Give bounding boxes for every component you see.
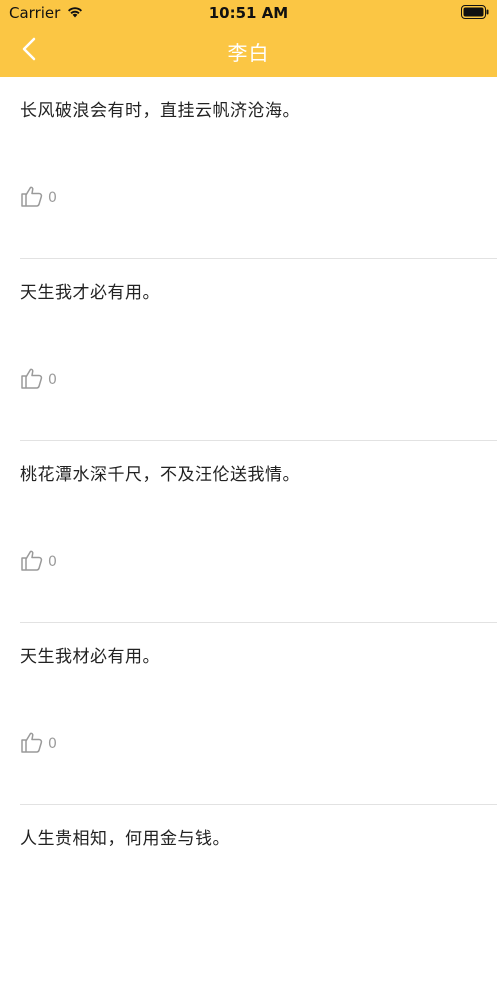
thumbs-up-icon — [20, 184, 44, 212]
quote-text: 天生我材必有用。 — [20, 647, 160, 667]
like-button[interactable]: 0 — [20, 548, 57, 576]
list-item[interactable]: 长风破浪会有时，直挂云帆济沧海。 0 — [0, 77, 497, 259]
like-button[interactable]: 0 — [20, 184, 57, 212]
status-time: 10:51 AM — [208, 4, 289, 22]
list-item[interactable]: 天生我才必有用。 0 — [0, 259, 497, 441]
nav-bar: 李白 — [0, 26, 497, 77]
quote-list: 长风破浪会有时，直挂云帆济沧海。 0 天生我才必有用。 0 桃花潭水深千尺，不及… — [0, 77, 497, 987]
thumbs-up-icon — [20, 730, 44, 758]
like-count: 0 — [48, 190, 57, 206]
battery-icon — [461, 5, 489, 23]
list-item[interactable]: 桃花潭水深千尺，不及汪伦送我情。 0 — [0, 441, 497, 623]
quote-text: 长风破浪会有时，直挂云帆济沧海。 — [20, 101, 300, 121]
thumbs-up-icon — [20, 548, 44, 576]
quote-text: 天生我才必有用。 — [20, 283, 160, 303]
thumbs-up-icon — [20, 366, 44, 394]
status-bar: Carrier 10:51 AM — [0, 0, 497, 26]
quote-text: 人生贵相知，何用金与钱。 — [20, 829, 230, 849]
list-item[interactable]: 天生我材必有用。 0 — [0, 623, 497, 805]
header: Carrier 10:51 AM 李白 — [0, 0, 497, 77]
like-button[interactable]: 0 — [20, 730, 57, 758]
like-count: 0 — [48, 736, 57, 752]
page-title: 李白 — [227, 41, 270, 65]
like-button[interactable]: 0 — [20, 366, 57, 394]
list-item[interactable]: 人生贵相知，何用金与钱。 — [0, 805, 497, 987]
like-count: 0 — [48, 372, 57, 388]
quote-text: 桃花潭水深千尺，不及汪伦送我情。 — [20, 465, 300, 485]
like-count: 0 — [48, 554, 57, 570]
